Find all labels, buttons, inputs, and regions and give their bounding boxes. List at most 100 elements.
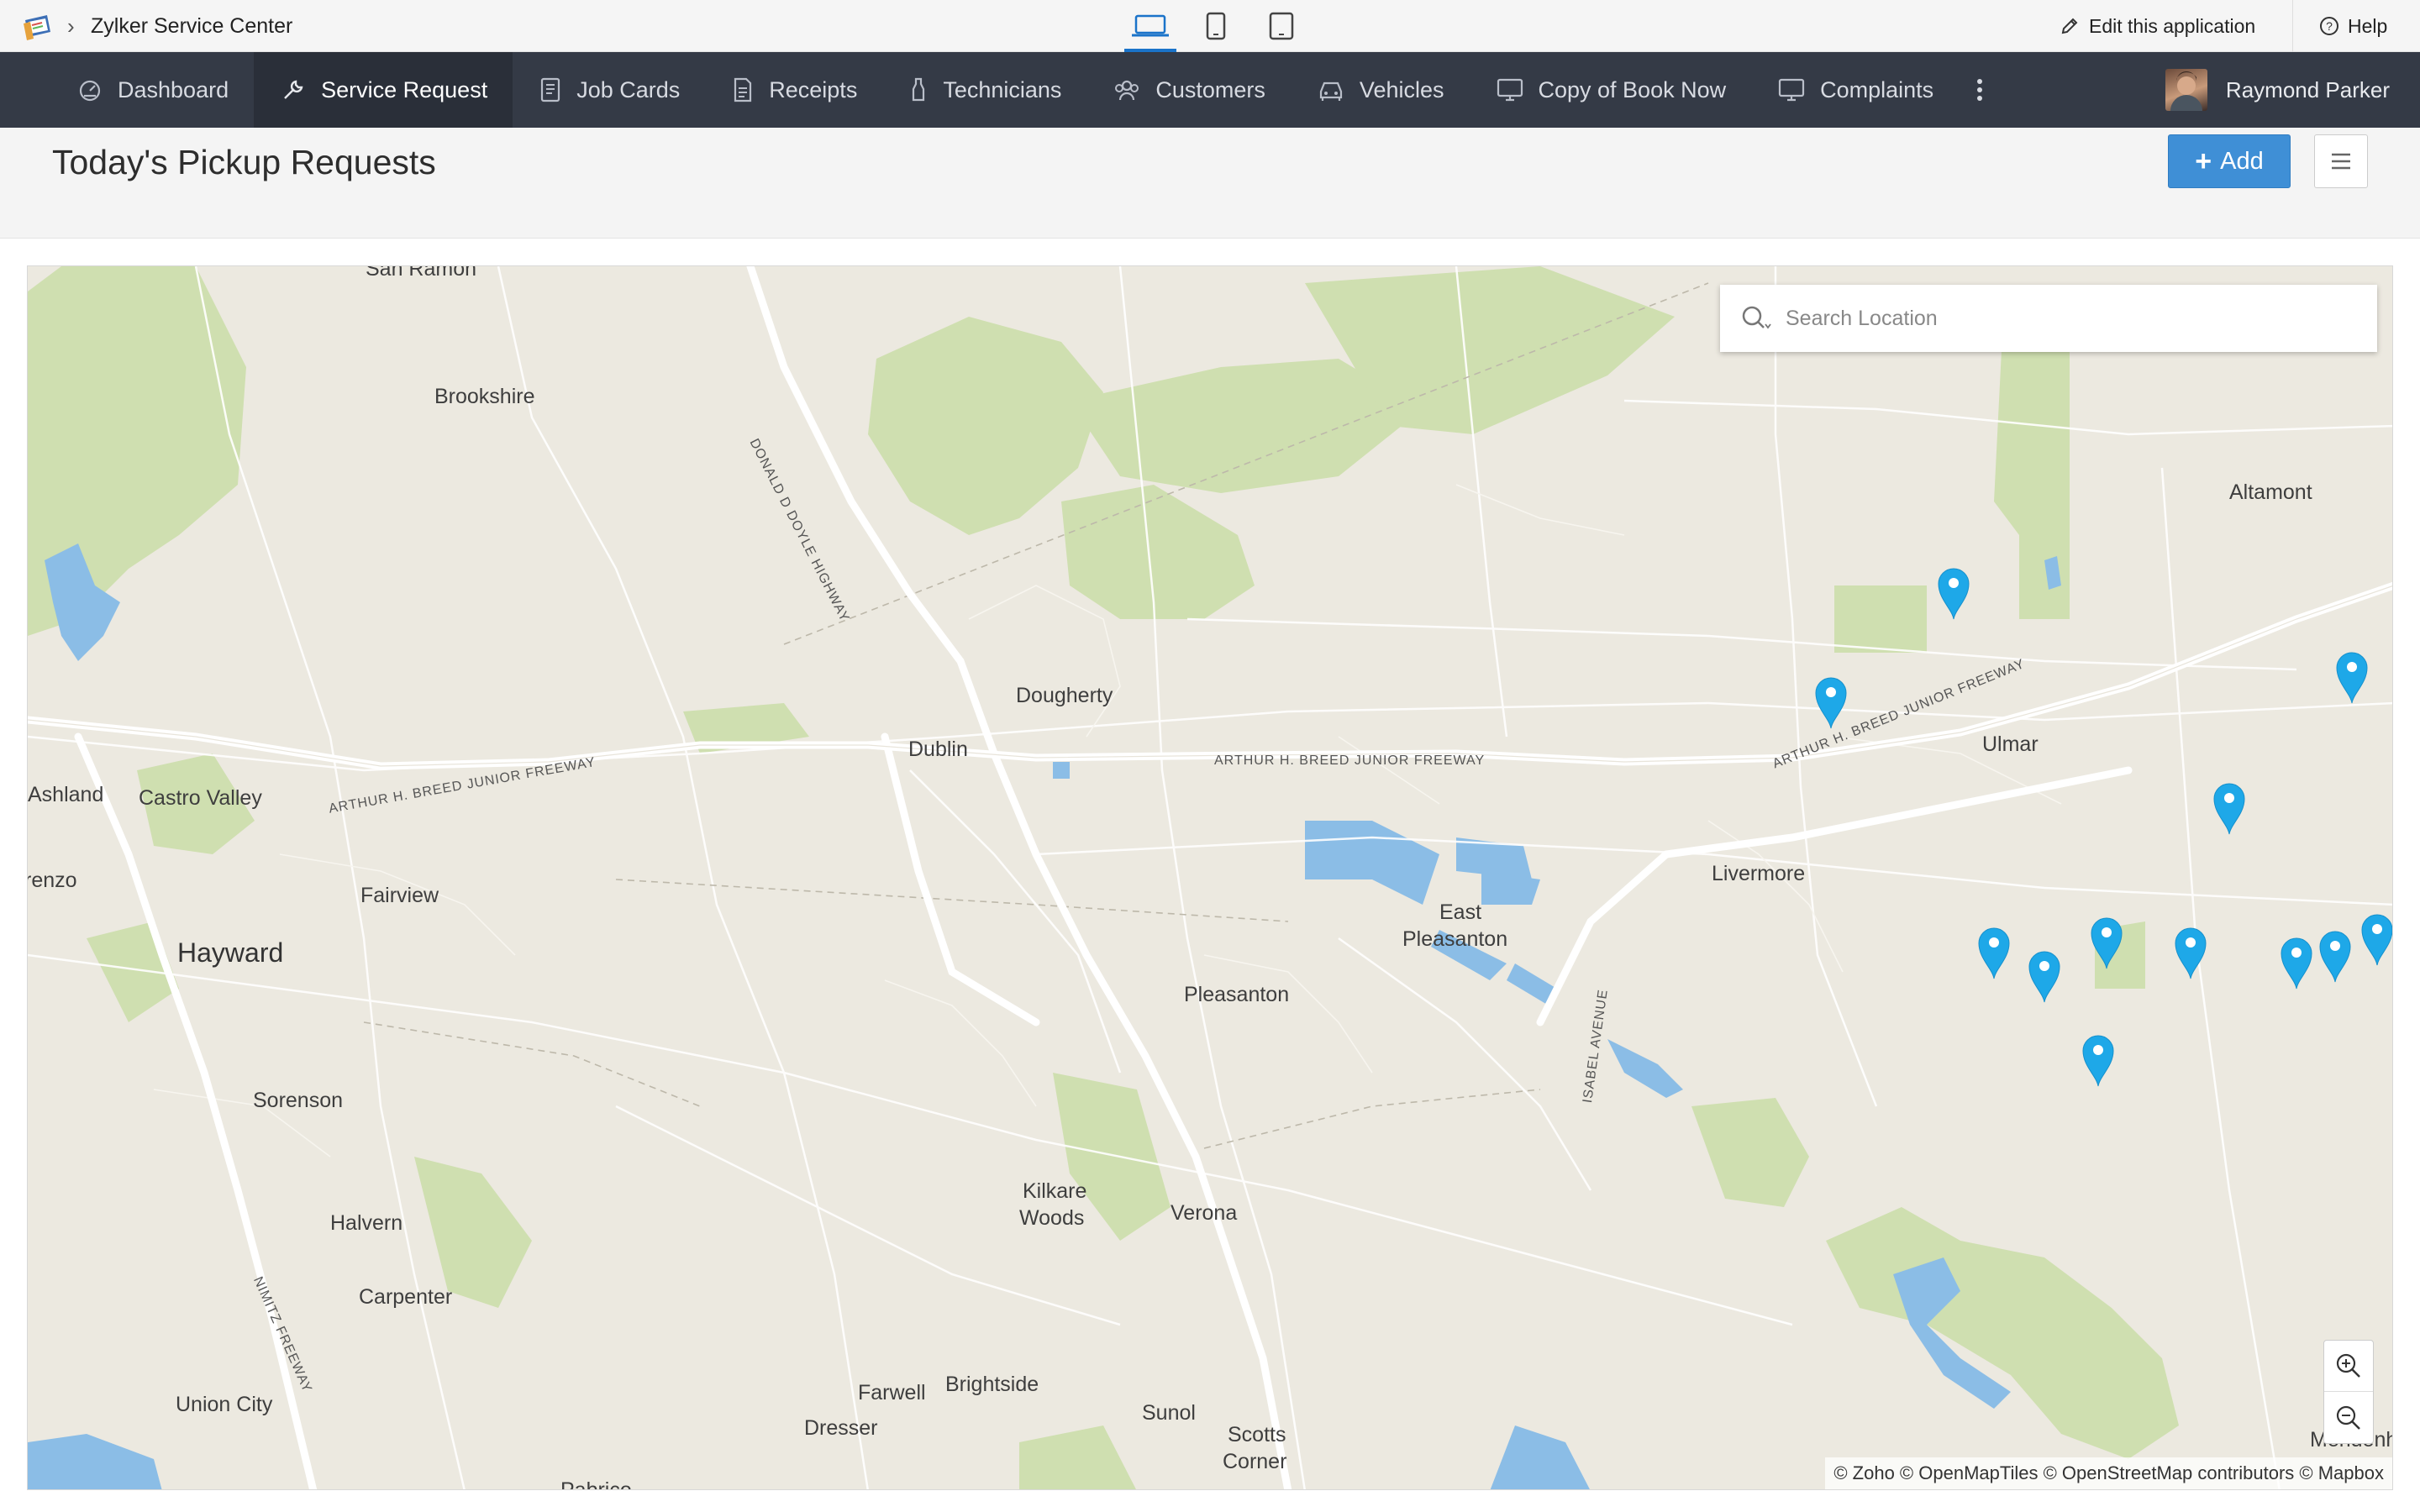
map-label-halvern: Halvern [330,1211,403,1235]
nav-item-label: Technicians [943,76,1062,102]
user-menu[interactable]: Raymond Parker [2165,52,2390,128]
map-label-farwell: Farwell [858,1381,926,1404]
nav-item-job-cards[interactable]: Job Cards [513,52,705,128]
help-button[interactable]: ? Help [2319,0,2387,52]
wrench-icon [284,80,303,99]
nav-item-label: Job Cards [576,76,681,102]
map-label-castro-valley: Castro Valley [139,786,262,810]
user-name: Raymond Parker [2225,76,2390,102]
map-label-hayward: Hayward [177,937,284,968]
map-label-carpenter: Carpenter [359,1285,453,1309]
nav-item-service-request[interactable]: Service Request [254,52,513,128]
map-label-ashland: Ashland [28,783,104,806]
add-button[interactable]: + Add [2168,134,2291,188]
map-pin-icon[interactable] [2080,1032,2117,1088]
search-location-input[interactable] [1786,306,2323,331]
nav-item-label: Copy of Book Now [1538,76,1727,102]
zoom-controls [2323,1340,2374,1444]
app-logo-icon[interactable] [22,12,57,40]
nav-more-button[interactable] [1959,52,2001,128]
card-icon [541,77,560,102]
map-label-kilkare-woods: Woods [1019,1206,1085,1230]
edit-application-button[interactable]: Edit this application [2060,0,2272,52]
view-menu-button[interactable] [2314,134,2368,188]
page-title: Today's Pickup Requests [52,143,436,181]
map-label-brightside: Brightside [945,1373,1039,1396]
map-label-east: East [1439,900,1482,924]
zoom-out-button[interactable] [2324,1392,2373,1443]
phone-view-button[interactable] [1183,0,1249,52]
zoom-in-icon [2336,1353,2360,1378]
monitor-icon [1779,78,1805,102]
app-title[interactable]: Zylker Service Center [91,12,292,40]
map-search-box [1720,285,2377,352]
map-attribution: © Zoho © OpenMapTiles © OpenStreetMap co… [1825,1457,2392,1489]
map-label-verona: Verona [1171,1201,1238,1225]
map-label-kilkare: Kilkare [1023,1179,1087,1203]
laptop-view-button[interactable] [1118,0,1183,52]
monitor-icon [1497,78,1523,102]
map-road-label: ARTHUR H. BREED JUNIOR FREEWAY [1214,753,1486,768]
nav-item-copy-of-book-now[interactable]: Copy of Book Now [1470,52,1752,128]
nav-item-label: Complaints [1820,76,1934,102]
add-button-label: Add [2220,147,2264,175]
map-label-fairview: Fairview [360,884,439,907]
map-label-dublin: Dublin [908,738,968,761]
nav-item-dashboard[interactable]: Dashboard [0,52,254,128]
map-label-san-ramon: San Ramon [366,265,477,281]
map-label-scotts: Scotts [1228,1423,1286,1446]
map-pin-icon[interactable] [2333,649,2370,705]
svg-text:?: ? [2326,19,2333,33]
map-label-sunol: Sunol [1142,1401,1196,1425]
nav-item-label: Receipts [769,76,858,102]
map-pin-icon[interactable] [2359,911,2392,967]
map-label-scotts-corner: Corner [1223,1450,1287,1473]
map-label-east-pleasanton: Pleasanton [1402,927,1508,951]
customers-icon [1115,80,1139,101]
nav-item-receipts[interactable]: Receipts [705,52,882,128]
map-label-union-city: Union City [176,1393,273,1416]
map-label-ulmar: Ulmar [1982,732,2039,756]
map-pin-icon[interactable] [2172,925,2209,980]
map-pin-icon[interactable] [2278,935,2315,990]
zoom-out-icon [2336,1405,2360,1430]
map-pin-icon[interactable] [2317,928,2354,984]
tablet-view-button[interactable] [1249,0,1314,52]
pencil-icon [2061,18,2078,34]
nav-item-label: Customers [1155,76,1265,102]
breadcrumb-chevron-icon: › [67,13,75,39]
device-switcher [1118,0,1314,52]
page-header: Today's Pickup Requests + Add [0,128,2420,239]
map-label-dresser: Dresser [804,1416,878,1440]
help-label: Help [2348,14,2388,37]
map-label-pabrico: Pabrico [560,1478,632,1490]
nav-item-label: Dashboard [118,76,229,102]
search-icon[interactable] [1740,302,1774,335]
map-pin-icon[interactable] [1975,925,2012,980]
map-label-pleasanton: Pleasanton [1184,983,1290,1006]
help-circle-icon: ? [2320,17,2338,35]
map-label-renzo: renzo [27,869,77,892]
main-nav: Dashboard Service Request Job Cards Rece… [0,52,2420,128]
map-pin-icon[interactable] [1935,565,1972,621]
nav-item-technicians[interactable]: Technicians [882,52,1086,128]
map-pin-icon[interactable] [2211,780,2248,836]
zoom-in-button[interactable] [2324,1341,2373,1392]
dashboard-icon [79,80,101,102]
nav-item-complaints[interactable]: Complaints [1751,52,1959,128]
map-pin-icon[interactable] [2088,915,2125,970]
map-label-sorenson: Sorenson [253,1089,344,1112]
map-pin-icon[interactable] [2026,948,2063,1004]
map-pin-icon[interactable] [1812,675,1849,730]
map-label-dougherty: Dougherty [1016,684,1113,707]
pickup-map[interactable]: San Ramon Brookshire Altamont Dougherty … [27,265,2393,1490]
nav-item-vehicles[interactable]: Vehicles [1291,52,1470,128]
hamburger-menu-icon [2332,153,2350,170]
nav-item-customers[interactable]: Customers [1086,52,1291,128]
receipt-icon [734,77,752,102]
more-vertical-icon [1977,79,1983,101]
technician-icon [913,77,925,102]
nav-item-label: Service Request [321,76,488,102]
map-label-altamont: Altamont [2229,480,2312,504]
app-topbar: › Zylker Service Center Edit this applic… [0,0,2420,52]
